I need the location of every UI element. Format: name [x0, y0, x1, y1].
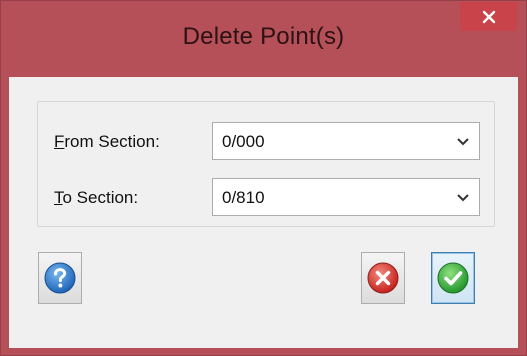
chevron-down-icon — [457, 138, 469, 146]
to-section-value: 0/810 — [222, 188, 265, 207]
section-range-group: From Section: 0/000 To Section: 0/810 — [37, 101, 495, 227]
dialog-title: Delete Point(s) — [182, 23, 345, 50]
chevron-down-icon — [457, 194, 469, 202]
from-section-combo[interactable]: 0/000 — [212, 122, 480, 160]
from-section-label: From Section: — [54, 132, 160, 151]
dialog-window: Delete Point(s) From Section: 0/000 To S… — [0, 0, 527, 356]
to-section-label: To Section: — [54, 188, 139, 207]
to-section-combo[interactable]: 0/810 — [212, 178, 480, 216]
close-icon — [482, 10, 495, 23]
title-bar[interactable]: Delete Point(s) — [1, 1, 526, 77]
help-question-icon — [44, 262, 76, 294]
dialog-client-area: From Section: 0/000 To Section: 0/810 — [9, 77, 518, 348]
help-button[interactable] — [38, 252, 82, 304]
ok-button[interactable] — [431, 252, 475, 304]
close-button[interactable] — [460, 2, 517, 31]
from-section-value: 0/000 — [222, 132, 265, 151]
ok-check-icon — [437, 262, 469, 294]
cancel-x-icon — [367, 262, 399, 294]
cancel-button[interactable] — [361, 252, 405, 304]
